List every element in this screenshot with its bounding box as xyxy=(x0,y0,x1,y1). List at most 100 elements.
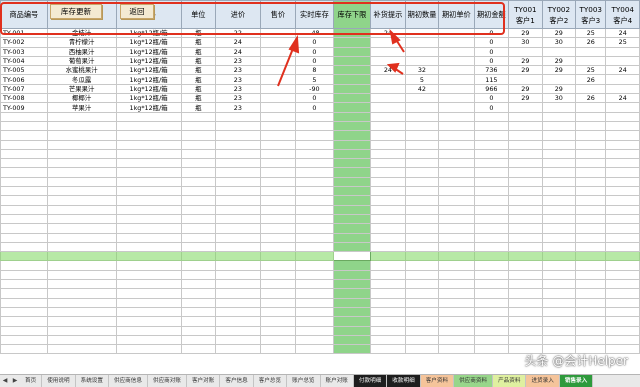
empty-cell[interactable] xyxy=(215,278,261,290)
empty-cell[interactable] xyxy=(473,232,510,243)
empty-cell[interactable] xyxy=(508,325,543,336)
cell-realtime-stock[interactable]: 8 xyxy=(295,65,334,76)
empty-cell[interactable] xyxy=(575,251,607,262)
empty-cell[interactable] xyxy=(370,288,406,299)
empty-cell[interactable] xyxy=(180,176,217,188)
empty-cell[interactable] xyxy=(404,297,440,308)
header-product-code[interactable]: 商品编号 xyxy=(0,0,48,29)
empty-cell[interactable] xyxy=(508,213,543,225)
empty-cell[interactable] xyxy=(46,111,117,122)
empty-cell[interactable] xyxy=(259,204,297,215)
empty-cell[interactable] xyxy=(473,213,510,225)
cell-spec[interactable]: 1kg*12瓶/箱 xyxy=(115,83,182,95)
empty-cell[interactable] xyxy=(180,223,217,234)
empty-cell[interactable] xyxy=(332,297,372,308)
empty-cell[interactable] xyxy=(605,130,640,141)
empty-cell[interactable] xyxy=(180,251,217,262)
empty-cell[interactable] xyxy=(215,139,261,150)
empty-cell[interactable] xyxy=(215,204,261,215)
empty-cell[interactable] xyxy=(180,306,217,318)
cell-stock-min[interactable] xyxy=(332,83,372,95)
empty-cell[interactable] xyxy=(0,213,48,225)
empty-cell[interactable] xyxy=(215,148,261,160)
cell-code[interactable]: TY-001 xyxy=(0,27,48,39)
empty-cell[interactable] xyxy=(473,344,510,355)
empty-cell[interactable] xyxy=(295,111,334,122)
empty-cell[interactable] xyxy=(180,111,217,122)
empty-cell[interactable] xyxy=(332,158,372,169)
empty-cell[interactable] xyxy=(46,278,117,290)
empty-cell[interactable] xyxy=(370,344,406,355)
empty-cell[interactable] xyxy=(541,204,577,215)
empty-cell[interactable] xyxy=(0,334,48,346)
empty-cell[interactable] xyxy=(259,269,297,281)
cell-customer-2[interactable]: 29 xyxy=(541,27,577,39)
empty-cell[interactable] xyxy=(332,204,372,215)
empty-cell[interactable] xyxy=(508,204,543,215)
cell-purchase-price[interactable]: 23 xyxy=(215,102,261,113)
empty-cell[interactable] xyxy=(0,344,48,355)
cell-customer-2[interactable] xyxy=(541,46,577,57)
cell-realtime-stock[interactable]: 0 xyxy=(295,93,334,104)
empty-cell[interactable] xyxy=(0,139,48,150)
empty-cell[interactable] xyxy=(370,148,406,160)
cell-purchase-price[interactable]: 24 xyxy=(215,46,261,57)
cell-customer-4[interactable] xyxy=(605,46,640,57)
empty-cell[interactable] xyxy=(541,269,577,281)
empty-cell[interactable] xyxy=(370,213,406,225)
cell-sale-price[interactable] xyxy=(259,55,297,67)
empty-cell[interactable] xyxy=(46,176,117,188)
cell-initial-unit-price[interactable] xyxy=(438,74,475,85)
empty-cell[interactable] xyxy=(0,167,48,178)
empty-cell[interactable] xyxy=(0,316,48,327)
empty-cell[interactable] xyxy=(0,130,48,141)
empty-cell[interactable] xyxy=(46,130,117,141)
empty-cell[interactable] xyxy=(473,186,510,197)
empty-cell[interactable] xyxy=(115,176,182,188)
cell-code[interactable]: TY-007 xyxy=(0,83,48,95)
empty-cell[interactable] xyxy=(404,167,440,178)
cell-customer-4[interactable]: 24 xyxy=(605,93,640,104)
empty-cell[interactable] xyxy=(404,334,440,346)
empty-cell[interactable] xyxy=(438,232,475,243)
empty-cell[interactable] xyxy=(180,148,217,160)
cell-unit[interactable]: 瓶 xyxy=(180,37,217,48)
empty-cell[interactable] xyxy=(46,260,117,271)
cell-initial-qty[interactable] xyxy=(404,93,440,104)
cell-realtime-stock[interactable]: 5 xyxy=(295,74,334,85)
empty-cell[interactable] xyxy=(259,213,297,225)
cell-initial-unit-price[interactable] xyxy=(438,46,475,57)
empty-cell[interactable] xyxy=(215,241,261,253)
empty-cell[interactable] xyxy=(508,186,543,197)
empty-cell[interactable] xyxy=(605,251,640,262)
empty-cell[interactable] xyxy=(295,316,334,327)
empty-cell[interactable] xyxy=(295,297,334,308)
sheet-tab[interactable]: 客户资料 xyxy=(420,375,455,387)
empty-cell[interactable] xyxy=(473,260,510,271)
empty-cell[interactable] xyxy=(332,260,372,271)
empty-cell[interactable] xyxy=(404,139,440,150)
empty-cell[interactable] xyxy=(473,269,510,281)
empty-cell[interactable] xyxy=(115,306,182,318)
cell-spec[interactable]: 1kg*12瓶/箱 xyxy=(115,74,182,85)
empty-cell[interactable] xyxy=(404,232,440,243)
empty-cell[interactable] xyxy=(404,269,440,281)
empty-cell[interactable] xyxy=(370,260,406,271)
empty-cell[interactable] xyxy=(215,213,261,225)
empty-cell[interactable] xyxy=(508,148,543,160)
cell-customer-1[interactable] xyxy=(508,46,543,57)
empty-cell[interactable] xyxy=(259,195,297,206)
empty-cell[interactable] xyxy=(295,269,334,281)
empty-cell[interactable] xyxy=(438,158,475,169)
empty-cell[interactable] xyxy=(473,278,510,290)
empty-cell[interactable] xyxy=(508,195,543,206)
cell-initial-qty[interactable] xyxy=(404,27,440,39)
empty-cell[interactable] xyxy=(473,288,510,299)
cell-customer-4[interactable] xyxy=(605,55,640,67)
empty-cell[interactable] xyxy=(295,176,334,188)
cell-initial-amount[interactable]: 0 xyxy=(473,27,510,39)
stock-update-button[interactable]: 库存更新 xyxy=(50,4,102,19)
empty-cell[interactable] xyxy=(438,204,475,215)
cell-customer-4[interactable] xyxy=(605,74,640,85)
empty-cell[interactable] xyxy=(508,232,543,243)
